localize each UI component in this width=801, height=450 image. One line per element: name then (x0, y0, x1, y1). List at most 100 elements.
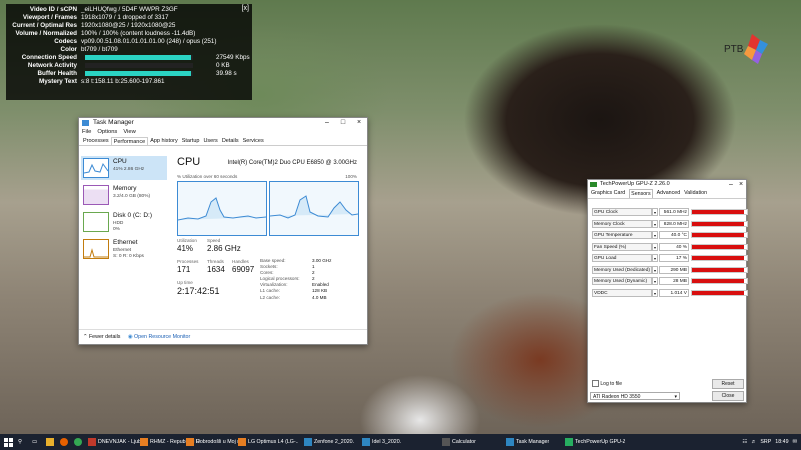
taskbar-app-button[interactable]: Task Manager (506, 437, 549, 447)
chevron-down-icon[interactable]: ▾ (652, 265, 658, 274)
chevron-down-icon[interactable]: ▾ (652, 208, 658, 216)
chevron-down-icon[interactable]: ▾ (652, 277, 658, 285)
log-to-file-checkbox[interactable]: Log to file (592, 380, 622, 387)
chevron-down-icon[interactable]: ▾ (652, 288, 658, 297)
minimize-button[interactable]: – (726, 180, 736, 189)
sensor-graph (691, 209, 748, 215)
task-manager-window[interactable]: Task Manager – □ × File Options View Pro… (78, 117, 368, 345)
tab-details[interactable]: Details (220, 137, 241, 145)
app-icon (186, 438, 194, 446)
tab-validation[interactable]: Validation (684, 189, 707, 198)
sidebar-item-cpu[interactable]: CPU 41% 2.86 GHz (81, 156, 167, 180)
sensor-graph-fill (692, 233, 745, 237)
menu-file[interactable]: File (82, 128, 91, 137)
fewer-details-link[interactable]: Fewer details (89, 334, 121, 340)
task-view-icon[interactable]: ▭ (32, 437, 37, 447)
title-bar[interactable]: TechPowerUp GPU-Z 2.26.0 – × (588, 180, 746, 189)
tab-services[interactable]: Services (241, 137, 266, 145)
taskbar-app-button[interactable]: Zenfone 2_2020. (304, 437, 354, 447)
sensor-graph (691, 255, 748, 261)
chrome-icon[interactable] (74, 437, 82, 447)
chevron-down-icon[interactable]: ▾ (652, 219, 658, 228)
close-button[interactable]: × (736, 180, 746, 189)
chevron-down-icon: ▾ (674, 394, 677, 400)
sidebar-item-memory[interactable]: Memory 3.2/4.0 GB (80%) (81, 183, 167, 207)
gpuz-window[interactable]: TechPowerUp GPU-Z 2.26.0 – × Graphics Ca… (587, 179, 748, 403)
chevron-down-icon[interactable]: ▾ (652, 242, 658, 251)
overlay-row: Current / Optimal Res 1920x1080@25 / 1920… (12, 22, 176, 29)
app-icon (140, 438, 148, 446)
sensor-value: 290 MB (659, 265, 689, 274)
clock[interactable]: 18:49 (775, 437, 788, 447)
chevron-up-icon[interactable]: ⌃ (83, 334, 87, 340)
close-button-bottom[interactable]: Close (712, 391, 744, 401)
overlay-row: Mystery Text s:8 t:158.11 b:25.600-197.86… (38, 78, 165, 85)
tab-users[interactable]: Users (201, 137, 219, 145)
network-activity-bar (85, 63, 193, 68)
sensor-graph (691, 232, 748, 238)
app-icon (442, 438, 450, 446)
start-button[interactable] (4, 437, 13, 447)
language-indicator[interactable]: SRP (760, 437, 771, 447)
sensor-label: Memory Clock (592, 219, 652, 228)
taskbar-app-button[interactable]: Calculator (442, 437, 476, 447)
sensor-graph-fill (692, 256, 745, 260)
volume-icon[interactable]: ♬ (751, 437, 756, 447)
thread-count: 1634 (207, 265, 225, 274)
graph-max-label: 100% (345, 174, 357, 179)
sensor-row: Memory Used (Dynamic) ▾ 28 MB (592, 277, 748, 286)
sensor-value: 40 % (659, 242, 689, 251)
window-title: Task Manager (93, 119, 134, 126)
title-bar[interactable]: Task Manager – □ × (79, 118, 367, 128)
file-explorer-icon[interactable] (46, 437, 54, 447)
task-manager-footer: ⌃ Fewer details ◉ Open Resource Monitor (79, 329, 367, 344)
menu-options[interactable]: Options (97, 128, 117, 137)
handle-count: 69097 (232, 265, 255, 274)
taskbar-app-button[interactable]: LG Optimus L4 (LG-... (238, 437, 298, 447)
firefox-icon[interactable] (60, 437, 68, 447)
connection-speed-value: 27549 Kbps (216, 54, 250, 61)
sidebar-item-ethernet[interactable]: Ethernet Ethernet S: 0 R: 0 Kbps (81, 237, 167, 261)
network-icon[interactable]: ☷ (742, 437, 747, 447)
menu-view[interactable]: View (123, 128, 135, 137)
overlay-row: Video ID / sCPN _eiLHUQfwg / 5D4F WWPR Z3… (29, 6, 178, 13)
sensor-value: 1.014 V (659, 288, 689, 297)
tab-graphics-card[interactable]: Graphics Card (591, 189, 625, 198)
tab-startup[interactable]: Startup (180, 137, 202, 145)
notifications-icon[interactable]: ✉ (793, 437, 797, 447)
tab-processes[interactable]: Processes (81, 137, 111, 145)
taskbar: ⚲ ▭ DNEVNJAK - Ljubom... RHMZ - Republick… (0, 434, 801, 450)
minimize-button[interactable]: – (319, 118, 335, 128)
tab-advanced[interactable]: Advanced (657, 189, 681, 198)
taskbar-app-button[interactable]: TechPowerUp GPU-Z... (565, 437, 625, 447)
overlay-row: Codecs vp09.00.51.08.01.01.01.01.00 (248)… (54, 38, 217, 45)
tab-sensors[interactable]: Sensors (629, 189, 653, 198)
tab-app-history[interactable]: App history (148, 137, 180, 145)
overlay-row: Color bt709 / bt709 (60, 46, 118, 53)
app-icon (88, 438, 96, 446)
cpu-core-graph (269, 181, 359, 236)
sensor-row: GPU Temperature ▾ 40.0 °C (592, 231, 748, 240)
gpuz-icon (590, 182, 597, 187)
taskbar-app-button[interactable]: DNEVNJAK - Ljubom... (88, 437, 148, 447)
close-button[interactable]: × (351, 118, 367, 128)
sensor-row: Fan Speed (%) ▾ 40 % (592, 242, 748, 252)
search-icon[interactable]: ⚲ (18, 437, 22, 447)
maximize-button[interactable]: □ (335, 118, 351, 128)
chevron-down-icon[interactable]: ▾ (652, 231, 658, 239)
sidebar-item-disk[interactable]: Disk 0 (C: D:) HDD 0% (81, 210, 167, 234)
sensor-row: VDDC ▾ 1.014 V (592, 288, 748, 298)
sensor-graph-fill (692, 221, 745, 226)
tab-performance[interactable]: Performance (110, 137, 149, 145)
taskbar-app-button[interactable]: Dobrodošli u Moj mt... (186, 437, 246, 447)
cpu-utilization: 41% (177, 244, 194, 253)
sensor-value: 40.0 °C (659, 231, 689, 239)
reset-button[interactable]: Reset (712, 379, 744, 389)
sensor-label: Memory Used (Dynamic) (592, 277, 652, 285)
open-resource-monitor-link[interactable]: Open Resource Monitor (134, 334, 190, 340)
taskbar-app-button[interactable]: Idel 3_2020. (362, 437, 401, 447)
window-title: TechPowerUp GPU-Z 2.26.0 (600, 181, 670, 187)
gpu-select[interactable]: ATI Radeon HD 3550 ▾ (590, 392, 680, 400)
chevron-down-icon[interactable]: ▾ (652, 254, 658, 262)
sensor-graph-fill (692, 210, 745, 214)
